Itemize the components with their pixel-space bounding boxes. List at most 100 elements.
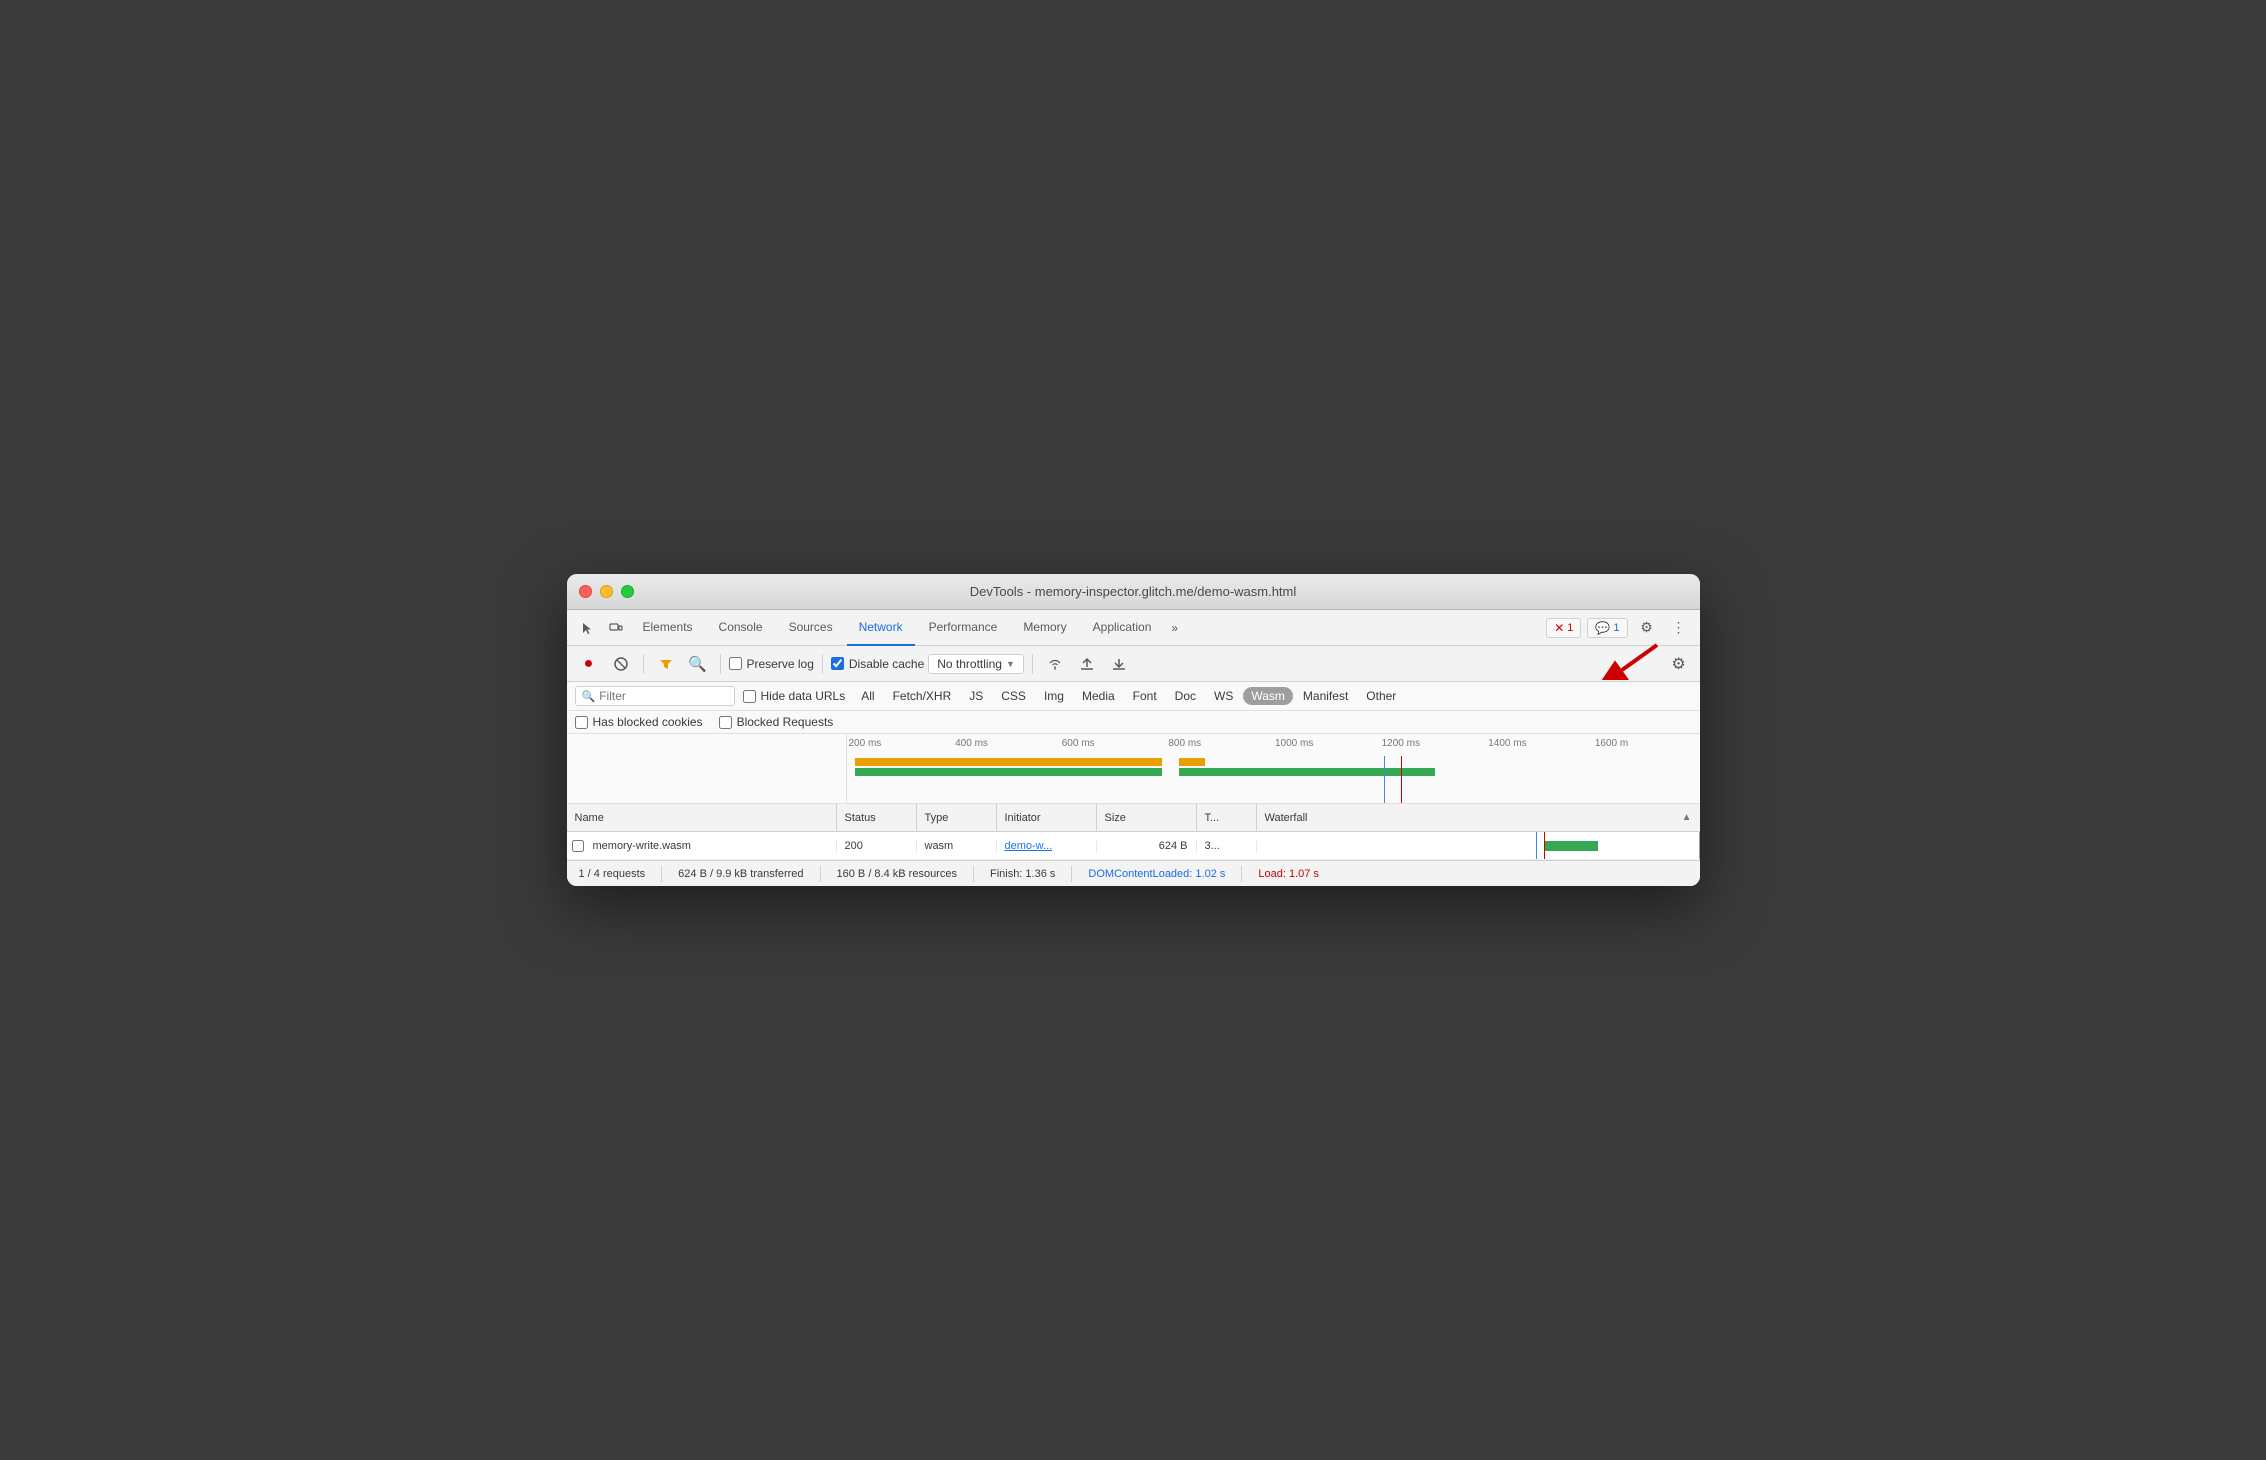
preserve-log-input[interactable] (729, 657, 742, 670)
title-bar: DevTools - memory-inspector.glitch.me/de… (567, 574, 1700, 610)
tab-right-actions: ✕ 1 💬 1 ⚙ ⋮ (1546, 615, 1691, 641)
th-waterfall[interactable]: Waterfall ▲ (1257, 804, 1700, 831)
minimize-button[interactable] (600, 585, 613, 598)
td-initiator[interactable]: demo-w... (997, 840, 1097, 852)
checkbox-row: Has blocked cookies Blocked Requests (567, 711, 1700, 734)
table-row[interactable]: memory-write.wasm 200 wasm demo-w... 624… (567, 832, 1700, 860)
filter-tab-all[interactable]: All (853, 687, 882, 705)
filter-tab-css[interactable]: CSS (993, 687, 1034, 705)
filter-tab-fetchxhr[interactable]: Fetch/XHR (885, 687, 960, 705)
wf-label-200: 200 ms (847, 738, 954, 749)
th-name[interactable]: Name (567, 804, 837, 831)
wifi-icon[interactable] (1041, 650, 1069, 678)
disable-cache-input[interactable] (831, 657, 844, 670)
filter-input[interactable] (599, 689, 719, 703)
throttle-select[interactable]: No throttling ▼ (928, 654, 1024, 674)
wf-label-1400: 1400 ms (1486, 738, 1593, 749)
more-options-icon[interactable]: ⋮ (1666, 615, 1692, 641)
status-divider-5 (1241, 866, 1242, 882)
waterfall-chart: 200 ms 400 ms 600 ms 800 ms 1000 ms 1200… (847, 734, 1700, 803)
wf-bar-green-1 (855, 768, 1162, 776)
wf-label-400: 400 ms (953, 738, 1060, 749)
td-size: 624 B (1097, 840, 1197, 852)
th-type[interactable]: Type (917, 804, 997, 831)
filter-tab-img[interactable]: Img (1036, 687, 1072, 705)
td-filename: memory-write.wasm (589, 840, 837, 852)
network-settings-icon[interactable]: ⚙ (1666, 651, 1692, 677)
tab-network[interactable]: Network (847, 610, 915, 646)
tab-console[interactable]: Console (707, 610, 775, 646)
download-icon[interactable] (1105, 650, 1133, 678)
th-size[interactable]: Size (1097, 804, 1197, 831)
filter-icon[interactable] (652, 650, 680, 678)
toolbar-divider-4 (1032, 654, 1033, 674)
waterfall-labels: 200 ms 400 ms 600 ms 800 ms 1000 ms 1200… (847, 738, 1700, 749)
upload-icon[interactable] (1073, 650, 1101, 678)
th-status[interactable]: Status (837, 804, 917, 831)
filter-tab-doc[interactable]: Doc (1167, 687, 1204, 705)
settings-icon[interactable]: ⚙ (1634, 615, 1660, 641)
wf-bar-orange-2 (1179, 758, 1205, 766)
hide-data-urls-checkbox[interactable]: Hide data URLs (743, 689, 846, 703)
filter-tab-manifest[interactable]: Manifest (1295, 687, 1356, 705)
status-divider-2 (820, 866, 821, 882)
wf-col-line-red (1544, 832, 1545, 859)
toolbar-divider-3 (822, 654, 823, 674)
wf-entry-bar-green (1544, 841, 1597, 851)
td-type: wasm (917, 840, 997, 852)
window-title: DevTools - memory-inspector.glitch.me/de… (970, 584, 1297, 599)
load-time: Load: 1.07 s (1258, 868, 1319, 880)
resources-size: 160 B / 8.4 kB resources (837, 868, 957, 880)
preserve-log-checkbox[interactable]: Preserve log (729, 657, 814, 671)
devtools-window: DevTools - memory-inspector.glitch.me/de… (567, 574, 1700, 886)
search-icon[interactable]: 🔍 (684, 650, 712, 678)
blocked-cookies-checkbox[interactable]: Has blocked cookies (575, 715, 703, 729)
message-badge[interactable]: 💬 1 (1587, 618, 1627, 638)
status-divider-1 (661, 866, 662, 882)
devtools-body: Elements Console Sources Network Perform… (567, 610, 1700, 886)
blocked-requests-checkbox[interactable]: Blocked Requests (719, 715, 834, 729)
disable-cache-checkbox[interactable]: Disable cache (831, 657, 924, 671)
close-button[interactable] (579, 585, 592, 598)
device-toggle-icon[interactable] (603, 615, 629, 641)
tab-performance[interactable]: Performance (917, 610, 1010, 646)
th-initiator[interactable]: Initiator (997, 804, 1097, 831)
tab-memory[interactable]: Memory (1011, 610, 1078, 646)
hide-data-urls-input[interactable] (743, 690, 756, 703)
red-arrow-annotation (1602, 650, 1662, 678)
sort-arrow-icon: ▲ (1682, 812, 1692, 823)
cursor-icon[interactable] (575, 615, 601, 641)
wf-label-1600: 1600 m (1593, 738, 1700, 749)
filter-search-icon: 🔍 (582, 690, 596, 703)
filter-tab-font[interactable]: Font (1125, 687, 1165, 705)
status-bar: 1 / 4 requests 624 B / 9.9 kB transferre… (567, 860, 1700, 886)
wf-label-1200: 1200 ms (1380, 738, 1487, 749)
filter-tab-media[interactable]: Media (1074, 687, 1123, 705)
filter-tab-ws[interactable]: WS (1206, 687, 1241, 705)
clear-button[interactable] (607, 650, 635, 678)
wf-line-domcontentloaded (1384, 756, 1385, 803)
domcontentloaded-time: DOMContentLoaded: 1.02 s (1088, 868, 1225, 880)
blocked-cookies-input[interactable] (575, 716, 588, 729)
tab-elements[interactable]: Elements (631, 610, 705, 646)
filter-type-tabs: All Fetch/XHR JS CSS Img Media Font Doc … (853, 687, 1404, 705)
waterfall-bars (847, 756, 1700, 776)
filter-tab-js[interactable]: JS (961, 687, 991, 705)
table-header: Name Status Type Initiator Size T... Wat… (567, 804, 1700, 832)
maximize-button[interactable] (621, 585, 634, 598)
filter-tab-other[interactable]: Other (1358, 687, 1404, 705)
row-checkbox[interactable] (572, 840, 584, 852)
more-tabs-button[interactable]: » (1165, 621, 1184, 635)
tab-sources[interactable]: Sources (777, 610, 845, 646)
wf-label-600: 600 ms (1060, 738, 1167, 749)
status-divider-3 (973, 866, 974, 882)
toolbar-divider-1 (643, 654, 644, 674)
th-time[interactable]: T... (1197, 804, 1257, 831)
wf-col-line-gray (1699, 832, 1700, 859)
record-button[interactable]: ● (575, 650, 603, 678)
error-badge[interactable]: ✕ 1 (1546, 618, 1581, 638)
filter-tab-wasm[interactable]: Wasm (1243, 687, 1293, 705)
tab-application[interactable]: Application (1081, 610, 1164, 646)
wf-bar-green-2 (1179, 768, 1435, 776)
blocked-requests-input[interactable] (719, 716, 732, 729)
